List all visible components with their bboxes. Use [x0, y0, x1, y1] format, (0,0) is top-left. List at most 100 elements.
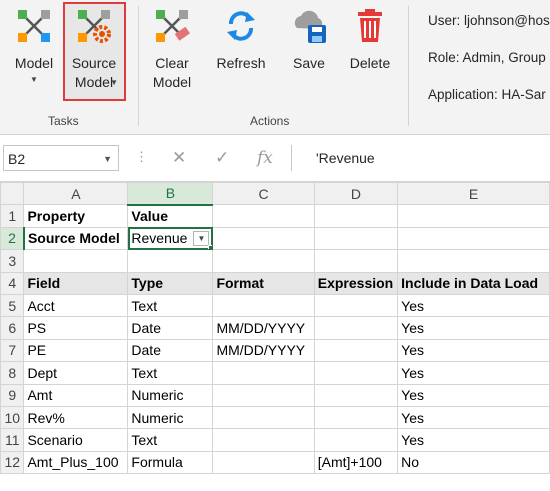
column-header-c[interactable]: C: [212, 181, 315, 206]
column-header-b[interactable]: B: [127, 181, 214, 206]
row-header[interactable]: 9: [0, 383, 25, 407]
row-header[interactable]: 2: [0, 226, 25, 251]
enter-icon[interactable]: ✓: [215, 148, 229, 168]
formula-input[interactable]: 'Revenue: [291, 145, 550, 171]
more-options-icon[interactable]: ⋮: [135, 149, 149, 165]
cell[interactable]: [313, 383, 399, 407]
refresh-button[interactable]: Refresh: [212, 2, 270, 98]
active-cell[interactable]: Revenue ▼: [127, 226, 214, 251]
trash-icon: [358, 9, 382, 42]
cell[interactable]: [313, 361, 399, 385]
cell[interactable]: Value: [127, 204, 214, 228]
row-header[interactable]: 11: [0, 428, 25, 452]
cell[interactable]: [212, 293, 315, 318]
chevron-down-icon[interactable]: ▼: [103, 146, 112, 172]
cell[interactable]: Amt_Plus_100: [23, 450, 129, 475]
cell[interactable]: [397, 249, 550, 273]
cell[interactable]: [313, 226, 399, 251]
cell[interactable]: Acct: [23, 293, 129, 318]
row-header[interactable]: 7: [0, 338, 25, 363]
cell[interactable]: Amt: [23, 383, 129, 407]
cell[interactable]: Text: [127, 428, 214, 452]
cell[interactable]: Type: [127, 271, 214, 295]
cell[interactable]: [397, 226, 550, 251]
dropdown-arrow-icon[interactable]: ▼: [193, 230, 210, 246]
save-button[interactable]: Save: [282, 2, 336, 98]
cell[interactable]: [212, 361, 315, 385]
delete-label: Delete: [349, 55, 391, 71]
cell[interactable]: Yes: [397, 383, 550, 407]
row-header[interactable]: 3: [0, 249, 25, 273]
application-info: Application: HA-Sar: [428, 87, 546, 102]
cell[interactable]: [212, 249, 315, 273]
cell[interactable]: Yes: [397, 338, 550, 363]
name-box[interactable]: B2 ▼: [3, 145, 119, 171]
delete-button[interactable]: Delete: [342, 2, 398, 98]
model-button[interactable]: Model ▼: [4, 2, 64, 98]
cell[interactable]: [212, 383, 315, 407]
cell[interactable]: [313, 428, 399, 452]
cell[interactable]: Expression: [313, 271, 399, 295]
cell[interactable]: Numeric: [127, 383, 214, 407]
row-header[interactable]: 1: [0, 204, 25, 228]
cell[interactable]: [397, 204, 550, 228]
cell[interactable]: [313, 316, 399, 340]
row-header[interactable]: 12: [0, 450, 25, 475]
cell[interactable]: Numeric: [127, 405, 214, 430]
cell[interactable]: Dept: [23, 361, 129, 385]
cell[interactable]: PE: [23, 338, 129, 363]
cell[interactable]: Yes: [397, 405, 550, 430]
cell[interactable]: Date: [127, 316, 214, 340]
cell[interactable]: PS: [23, 316, 129, 340]
cell[interactable]: [313, 249, 399, 273]
table-row: 6 PS Date MM/DD/YYYY Yes: [0, 316, 550, 340]
column-header-d[interactable]: D: [313, 181, 399, 206]
cell[interactable]: Scenario: [23, 428, 129, 452]
cell[interactable]: Date: [127, 338, 214, 363]
row-header[interactable]: 5: [0, 293, 25, 318]
cell[interactable]: [127, 249, 214, 273]
cell[interactable]: [23, 249, 129, 273]
column-header-e[interactable]: E: [397, 181, 550, 206]
cell[interactable]: [212, 204, 315, 228]
source-model-button[interactable]: Source Model ▼: [64, 2, 124, 98]
cell[interactable]: Yes: [397, 361, 550, 385]
table-row: 4 Field Type Format Expression Include i…: [0, 271, 550, 295]
cell[interactable]: Yes: [397, 316, 550, 340]
cell[interactable]: Format: [212, 271, 315, 295]
cell[interactable]: Yes: [397, 293, 550, 318]
cell[interactable]: Formula: [127, 450, 214, 475]
cell[interactable]: [212, 405, 315, 430]
insert-function-icon[interactable]: fx: [257, 148, 273, 168]
cell[interactable]: Include in Data Load: [397, 271, 550, 295]
column-header-a[interactable]: A: [23, 181, 129, 206]
cell[interactable]: [212, 226, 315, 251]
select-all-corner[interactable]: [0, 181, 25, 206]
cell[interactable]: Yes: [397, 428, 550, 452]
row-header[interactable]: 8: [0, 361, 25, 385]
cell[interactable]: MM/DD/YYYY: [212, 338, 315, 363]
fill-handle[interactable]: [208, 245, 212, 249]
cell[interactable]: [212, 428, 315, 452]
cell[interactable]: MM/DD/YYYY: [212, 316, 315, 340]
cell[interactable]: Text: [127, 293, 214, 318]
row-header[interactable]: 6: [0, 316, 25, 340]
cell[interactable]: [313, 338, 399, 363]
cell[interactable]: [313, 293, 399, 318]
cell[interactable]: Text: [127, 361, 214, 385]
cancel-icon[interactable]: ✕: [172, 148, 186, 168]
formula-bar: B2 ▼ ⋮ ✕ ✓ fx 'Revenue: [0, 135, 550, 182]
cell[interactable]: Property: [23, 204, 129, 228]
cell[interactable]: [Amt]+100: [313, 450, 399, 475]
cell[interactable]: [313, 204, 399, 228]
row-header[interactable]: 4: [0, 271, 25, 295]
cell[interactable]: No: [397, 450, 550, 475]
clear-model-button[interactable]: Clear Model: [142, 2, 202, 98]
cell[interactable]: [313, 405, 399, 430]
model-label: Model: [14, 55, 54, 71]
cell[interactable]: [212, 450, 315, 475]
row-header[interactable]: 10: [0, 405, 25, 430]
cell[interactable]: Rev%: [23, 405, 129, 430]
cell[interactable]: Field: [23, 271, 129, 295]
cell[interactable]: Source Model: [23, 226, 129, 251]
